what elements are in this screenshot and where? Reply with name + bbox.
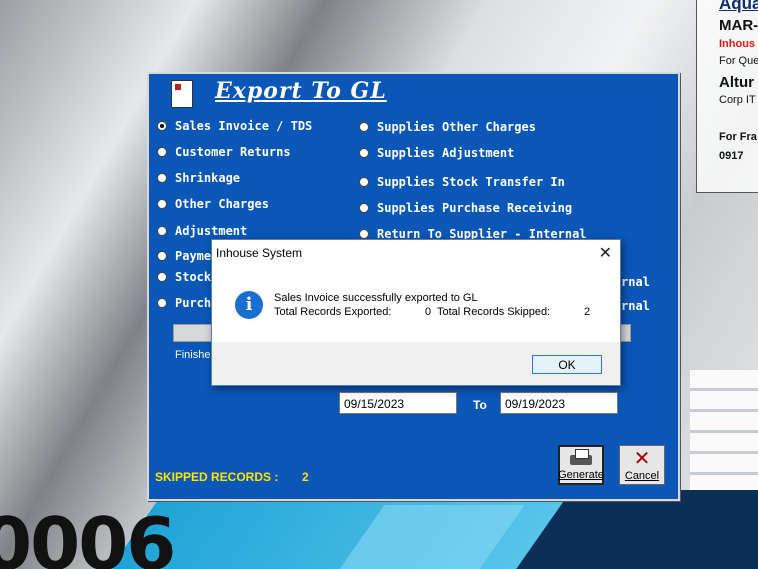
option-label: Supplies Adjustment [377, 146, 515, 160]
printer-icon [570, 449, 592, 467]
cancel-label: Cancel [624, 470, 660, 482]
radio-icon[interactable] [359, 229, 369, 239]
option-label: Supplies Stock Transfer In [377, 175, 565, 189]
info-line: For Fra [719, 131, 757, 143]
option-label: Customer Returns [175, 145, 291, 159]
option-label-partial: rnal [621, 299, 650, 313]
option-supplies-other-charges[interactable]: Supplies Other Charges [359, 120, 536, 134]
option-label: Adjustment [175, 224, 248, 238]
close-icon: ✕ [633, 446, 651, 470]
to-label: To [473, 398, 487, 412]
radio-icon[interactable] [157, 226, 167, 236]
dialog-message: Sales Invoice successfully exported to G… [274, 292, 478, 304]
radio-icon[interactable] [359, 148, 369, 158]
exported-value: 0 [425, 306, 432, 318]
info-line: Altur [719, 74, 754, 91]
radio-icon[interactable] [157, 173, 167, 183]
radio-icon[interactable] [157, 251, 167, 261]
radio-icon[interactable] [157, 147, 167, 157]
option-supplies-adjustment[interactable]: Supplies Adjustment [359, 146, 514, 160]
radio-icon[interactable] [359, 177, 369, 187]
cancel-button[interactable]: ✕ Cancel [619, 445, 665, 485]
radio-icon[interactable] [157, 272, 167, 282]
dialog-titlebar: Inhouse System ✕ [212, 240, 620, 266]
option-stock[interactable]: Stock [157, 270, 211, 284]
end-date-field[interactable]: 09/19/2023 [500, 392, 618, 414]
option-label: Other Charges [175, 197, 269, 211]
option-shrinkage[interactable]: Shrinkage [157, 171, 240, 185]
start-date-field[interactable]: 09/15/2023 [339, 392, 457, 414]
radio-icon[interactable] [359, 203, 369, 213]
option-label: Sales Invoice / TDS [175, 119, 313, 133]
option-customer-returns[interactable]: Customer Returns [157, 145, 291, 159]
skipped-records-count: 2 [302, 470, 309, 484]
close-icon[interactable]: ✕ [599, 243, 612, 262]
option-payment[interactable]: Payme [157, 249, 211, 263]
message-dialog: Inhouse System ✕ i Sales Invoice success… [211, 239, 621, 386]
window-title: Export To GL [215, 78, 387, 104]
option-label: Stock [175, 270, 212, 284]
exported-label: Total Records Exported: [274, 306, 392, 318]
info-icon: i [235, 291, 263, 319]
option-sales-invoice[interactable]: Sales Invoice / TDS [157, 119, 312, 133]
calculator-keys [690, 370, 758, 500]
info-panel: Aqua MAR- Inhous For Que Altur Corp IT F… [696, 0, 758, 193]
option-adjustment[interactable]: Adjustment [157, 224, 247, 238]
option-label: Payme [175, 249, 212, 263]
info-line: Aqua [719, 0, 758, 13]
option-supplies-stock-transfer-in[interactable]: Supplies Stock Transfer In [359, 175, 565, 189]
generate-button[interactable]: Generate [558, 445, 604, 485]
info-line: Inhous [719, 38, 756, 50]
info-line: For Que [719, 55, 758, 67]
option-purchase[interactable]: Purcha [157, 296, 218, 310]
info-line: 0917 [719, 150, 744, 162]
option-supplies-purchase-receiving[interactable]: Supplies Purchase Receiving [359, 201, 572, 215]
radio-icon[interactable] [157, 298, 167, 308]
radio-selected-icon[interactable] [157, 121, 167, 131]
background-number: 0006 [0, 502, 176, 569]
generate-label: Generate [558, 469, 604, 481]
skipped-records-label: SKIPPED RECORDS : [155, 470, 279, 484]
dialog-title: Inhouse System [216, 246, 303, 260]
dialog-body: i Sales Invoice successfully exported to… [212, 266, 620, 342]
info-line: MAR- [719, 17, 758, 34]
skipped-value: 2 [584, 306, 591, 318]
info-line: Corp IT [719, 94, 756, 106]
radio-icon[interactable] [359, 122, 369, 132]
option-label: Supplies Other Charges [377, 120, 536, 134]
radio-icon[interactable] [157, 199, 167, 209]
option-label: Supplies Purchase Receiving [377, 201, 573, 215]
option-label: Shrinkage [175, 171, 241, 185]
option-label-partial: rnal [621, 275, 650, 289]
ok-button[interactable]: OK [532, 355, 602, 374]
skipped-label: Total Records Skipped: [437, 306, 551, 318]
document-icon [171, 80, 193, 108]
option-other-charges[interactable]: Other Charges [157, 197, 269, 211]
